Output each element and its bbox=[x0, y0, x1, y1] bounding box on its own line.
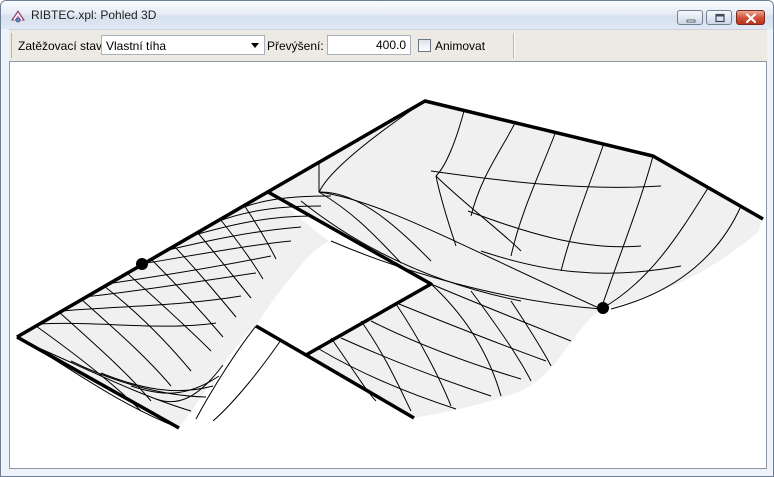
maximize-icon bbox=[715, 13, 725, 23]
window-title: RIBTEC.xpl: Pohled 3D bbox=[31, 8, 157, 22]
deformed-slab-mesh[interactable] bbox=[10, 62, 766, 468]
animate-checkbox[interactable] bbox=[418, 39, 431, 52]
toolbar-grip bbox=[11, 33, 12, 58]
3d-viewport[interactable] bbox=[9, 61, 767, 469]
exaggeration-label: Převýšení: bbox=[267, 39, 324, 53]
load-state-value: Vlastní tíha bbox=[106, 39, 167, 53]
load-state-select[interactable]: Vlastní tíha bbox=[101, 35, 265, 55]
support-point[interactable] bbox=[136, 258, 148, 270]
ribtec-app-icon bbox=[11, 10, 25, 23]
toolbar: Zatěžovací stav: Vlastní tíha Převýšení:… bbox=[9, 29, 767, 61]
title-bar[interactable]: RIBTEC.xpl: Pohled 3D bbox=[1, 1, 773, 29]
maximize-button[interactable] bbox=[706, 10, 732, 25]
support-point[interactable] bbox=[597, 302, 609, 314]
minimize-button[interactable] bbox=[677, 10, 703, 25]
app-window: RIBTEC.xpl: Pohled 3D Zatěžovací stav: V… bbox=[0, 0, 774, 477]
animate-label: Animovat bbox=[435, 39, 486, 53]
exaggeration-input[interactable] bbox=[327, 35, 411, 55]
chevron-down-icon bbox=[251, 43, 259, 48]
minimize-icon bbox=[686, 19, 696, 23]
close-button[interactable] bbox=[736, 10, 765, 25]
toolbar-separator bbox=[513, 33, 515, 58]
load-state-label: Zatěžovací stav: bbox=[18, 39, 106, 53]
close-icon bbox=[745, 13, 757, 24]
